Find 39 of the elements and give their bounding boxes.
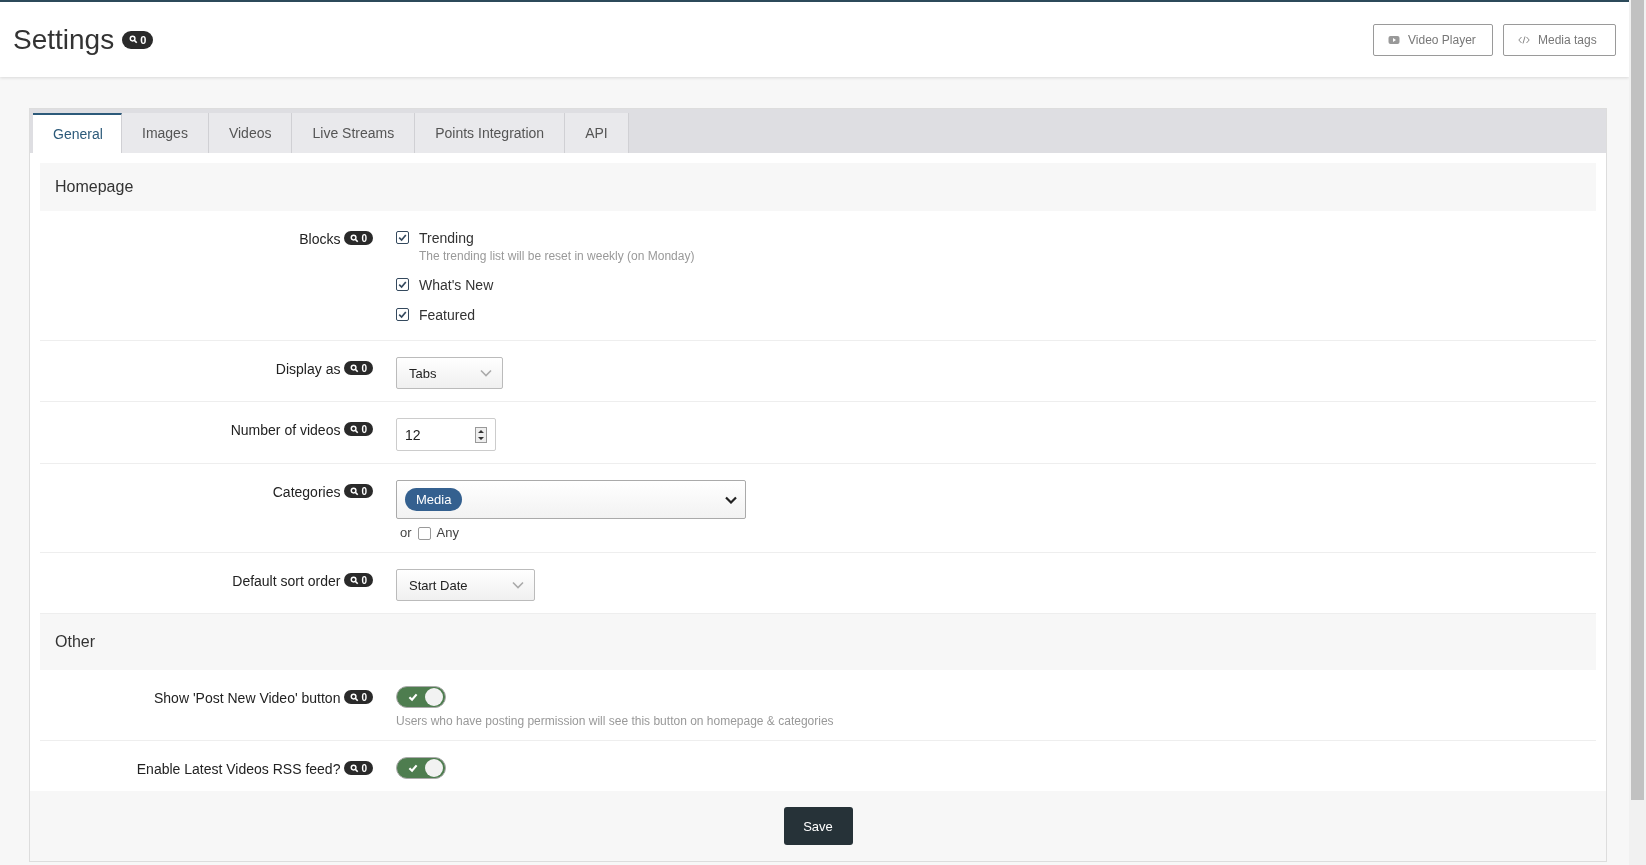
field-label: Blocks (299, 231, 341, 247)
search-count-badge: 0 (344, 573, 373, 587)
dropdown[interactable]: Start Date (396, 569, 535, 601)
category-select[interactable]: Media (396, 480, 746, 519)
tab[interactable]: Videos (208, 113, 293, 153)
help-text: Users who have posting permission will see this button on homepage & categories (396, 714, 834, 728)
or-text: or (400, 525, 412, 540)
header-button[interactable]: Video Player (1373, 23, 1493, 56)
section-title: Other (55, 633, 95, 651)
checkbox-label: Featured (419, 307, 476, 323)
tab[interactable]: Images (122, 113, 209, 153)
field-label: Enable Latest Videos RSS feed? (136, 761, 341, 777)
page-title: Settings (13, 23, 115, 56)
search-count-badge: 0 (344, 422, 373, 436)
search-count-badge: 0 (344, 484, 373, 498)
checkbox-label: Trending (419, 230, 475, 246)
field-label: Number of videos (230, 422, 341, 438)
field-label: Display as (275, 361, 341, 377)
tab[interactable]: General (33, 113, 122, 153)
save-button[interactable]: Save (783, 807, 853, 845)
section-title: Homepage (55, 178, 134, 196)
header-button[interactable]: Media tags (1503, 23, 1616, 56)
category-tag[interactable]: Media (405, 488, 463, 511)
checkbox-label: What's New (419, 277, 494, 293)
field-label: Default sort order (232, 573, 341, 589)
search-count-badge: 0 (344, 231, 373, 245)
number-input[interactable]: 12 (396, 418, 496, 451)
checkbox-label: Any (436, 525, 459, 540)
dropdown[interactable]: Tabs (396, 357, 504, 389)
search-count-badge: 0 (344, 361, 373, 375)
tab[interactable]: Points Integration (415, 113, 566, 153)
tab[interactable]: Live Streams (292, 113, 416, 153)
search-count-badge: 0 (122, 30, 154, 49)
tab[interactable]: API (565, 113, 629, 153)
search-count-badge: 0 (344, 690, 373, 704)
field-label: Categories (272, 484, 341, 500)
help-text: The trending list will be reset in weekly (on Monday) (419, 249, 695, 263)
search-count-badge: 0 (344, 761, 373, 775)
field-label: Show 'Post New Video' button (154, 690, 341, 706)
